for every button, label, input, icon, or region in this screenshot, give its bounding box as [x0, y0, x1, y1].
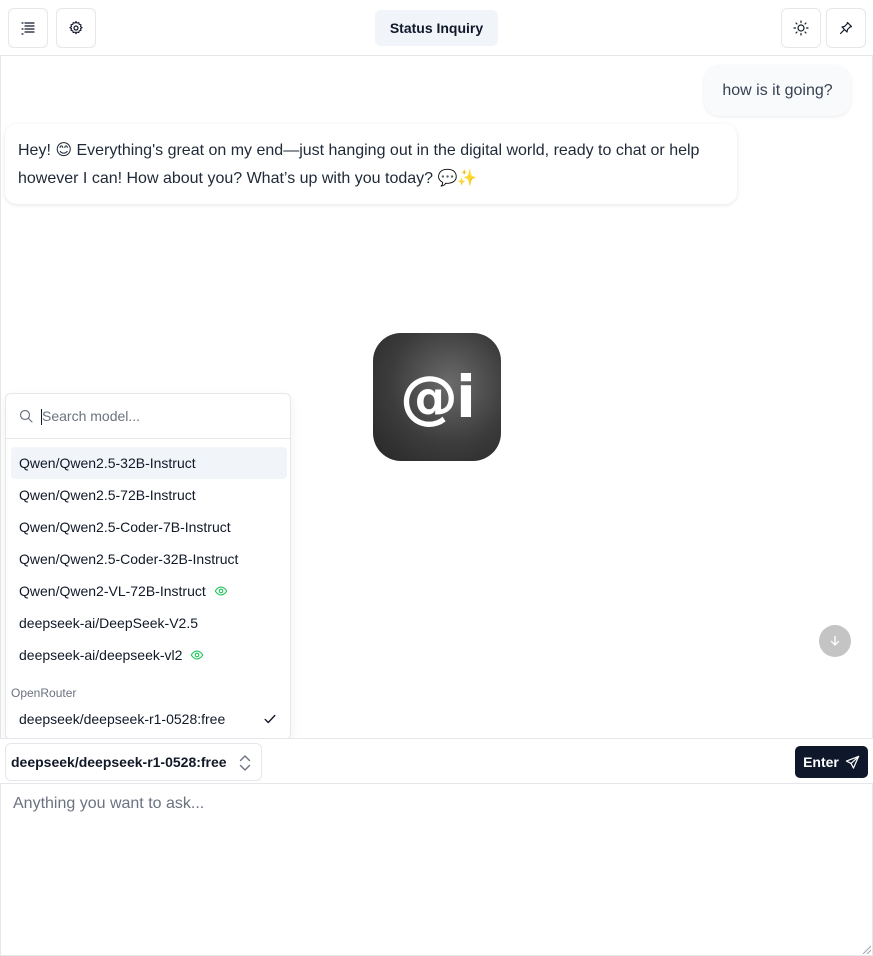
chevrons-up-down-icon — [239, 755, 251, 771]
sun-icon — [793, 20, 809, 36]
app-logo: @i — [373, 333, 501, 461]
scroll-to-bottom-button[interactable] — [819, 625, 851, 657]
model-option-label: deepseek-ai/DeepSeek-V2.5 — [19, 615, 199, 631]
model-search-bar — [6, 394, 290, 439]
model-option-label: Qwen/Qwen2.5-72B-Instruct — [19, 487, 196, 503]
header: Status Inquiry — [0, 0, 873, 56]
model-option-label: deepseek/deepseek-r1-0528:free — [19, 711, 226, 727]
resize-handle-icon[interactable] — [861, 944, 871, 954]
model-option[interactable]: deepseek-ai/deepseek-vl2 — [11, 639, 287, 671]
model-option[interactable]: Qwen/Qwen2.5-Coder-7B-Instruct — [11, 511, 287, 543]
composer-toolbar: deepseek/deepseek-r1-0528:free Enter — [0, 738, 873, 784]
send-button[interactable]: Enter — [795, 746, 868, 778]
model-option[interactable]: deepseek-ai/DeepSeek-V2.5 — [11, 607, 287, 639]
assistant-message: Hey! 😊 Everything's great on my end—just… — [5, 124, 737, 204]
theme-toggle-button[interactable] — [781, 8, 821, 48]
send-button-label: Enter — [803, 754, 839, 770]
selected-model-label: deepseek/deepseek-r1-0528:free — [11, 754, 227, 770]
eye-icon — [214, 586, 228, 596]
list-icon — [21, 22, 35, 35]
model-select[interactable]: deepseek/deepseek-r1-0528:free — [5, 743, 262, 781]
toggle-list-button[interactable] — [8, 8, 48, 48]
model-dropdown: Qwen/Qwen2.5-32B-Instruct Qwen/Qwen2.5-7… — [5, 393, 291, 740]
search-icon — [19, 409, 33, 423]
user-message: how is it going? — [704, 65, 851, 116]
model-option[interactable]: Qwen/Qwen2.5-32B-Instruct — [11, 447, 287, 479]
eye-icon — [191, 650, 204, 660]
model-option[interactable]: Qwen/Qwen2.5-72B-Instruct — [11, 479, 287, 511]
model-option[interactable]: Qwen/Qwen2.5-Coder-32B-Instruct — [11, 543, 287, 575]
gear-icon — [69, 20, 83, 35]
model-option[interactable]: deepseek/deepseek-r1-0528:free — [11, 703, 287, 735]
model-option-label: Qwen/Qwen2.5-32B-Instruct — [19, 455, 196, 471]
model-option-label: Qwen/Qwen2.5-Coder-32B-Instruct — [19, 551, 239, 567]
model-option-label: Qwen/Qwen2.5-Coder-7B-Instruct — [19, 519, 231, 535]
page-title[interactable]: Status Inquiry — [375, 10, 498, 46]
model-group-label: OpenRouter — [11, 686, 77, 700]
model-option-label: deepseek-ai/deepseek-vl2 — [19, 647, 183, 663]
settings-button[interactable] — [56, 8, 96, 48]
model-option[interactable]: Qwen/Qwen2-VL-72B-Instruct — [11, 575, 287, 607]
message-input[interactable] — [1, 785, 872, 955]
pin-icon — [839, 21, 853, 35]
text-cursor — [41, 409, 42, 425]
model-search-input[interactable] — [42, 408, 262, 424]
check-icon — [264, 714, 276, 724]
pin-button[interactable] — [826, 8, 866, 48]
model-option-label: Qwen/Qwen2-VL-72B-Instruct — [19, 583, 206, 599]
arrow-down-icon — [830, 635, 840, 646]
send-icon — [845, 755, 860, 769]
